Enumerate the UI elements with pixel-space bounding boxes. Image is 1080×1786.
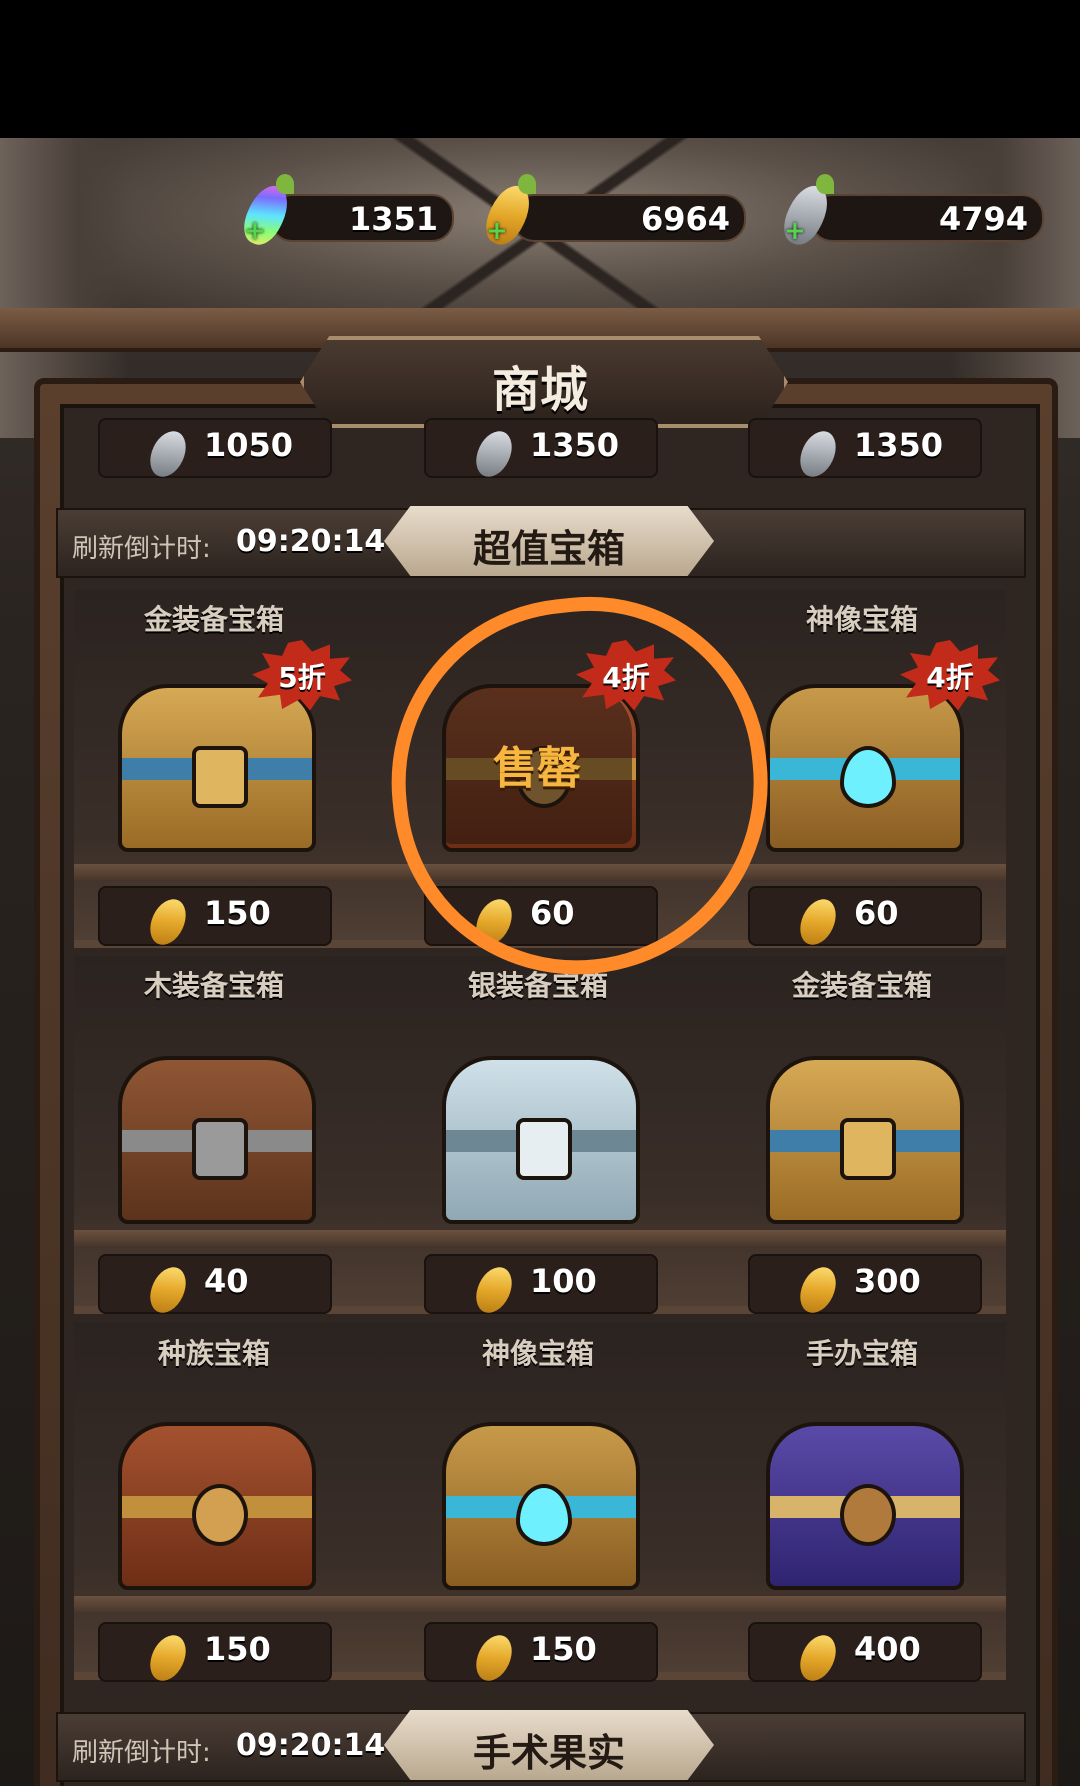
idol-chest[interactable] bbox=[766, 684, 964, 852]
price-value: 150 bbox=[530, 1630, 597, 1668]
item-name: 种族宝箱 bbox=[157, 1337, 270, 1370]
carrot-leaf-icon bbox=[518, 174, 536, 194]
gold-carrot-icon bbox=[143, 1629, 193, 1687]
item-name: 手办宝箱 bbox=[805, 1337, 918, 1370]
figure-chest[interactable] bbox=[766, 1422, 964, 1590]
gold-carrot-icon bbox=[469, 1261, 519, 1319]
gold-carrot-icon bbox=[143, 893, 193, 951]
refresh-timer: 09:20:14 bbox=[236, 524, 386, 559]
price-value: 1350 bbox=[854, 426, 944, 464]
price-value: 1050 bbox=[204, 426, 294, 464]
gold-equipment-chest[interactable] bbox=[118, 684, 316, 852]
add-icon[interactable]: + bbox=[486, 216, 508, 246]
currency-rainbow-carrot[interactable]: 1351 + bbox=[236, 174, 460, 251]
gold-carrot-icon bbox=[469, 1629, 519, 1687]
refresh-timer: 09:20:14 bbox=[236, 1728, 386, 1763]
price-value: 100 bbox=[530, 1262, 597, 1300]
gem-icon bbox=[516, 1484, 572, 1546]
refresh-label: 刷新倒计时: bbox=[72, 534, 211, 564]
buy-button[interactable]: 150 bbox=[98, 886, 332, 951]
currency-pill: 6964 bbox=[512, 194, 746, 242]
silver-carrot-icon bbox=[143, 425, 193, 483]
buy-button[interactable]: 300 bbox=[748, 1254, 982, 1319]
section-header: 刷新倒计时: 09:20:14 手术果实 bbox=[56, 1710, 1026, 1782]
buy-button[interactable]: 150 bbox=[424, 1622, 658, 1687]
silver-carrot-icon bbox=[793, 425, 843, 483]
buy-button[interactable]: 60 bbox=[748, 886, 982, 951]
item-name: 神像宝箱 bbox=[805, 603, 918, 636]
add-icon[interactable]: + bbox=[244, 216, 266, 246]
price-value: 150 bbox=[204, 1630, 271, 1668]
currency-pill: 4794 bbox=[810, 194, 1044, 242]
lock-icon bbox=[516, 1118, 572, 1180]
race-chest[interactable] bbox=[118, 1422, 316, 1590]
lock-icon bbox=[840, 1118, 896, 1180]
gold-equipment-chest[interactable] bbox=[766, 1056, 964, 1224]
item-name: 木装备宝箱 bbox=[143, 969, 284, 1002]
buy-button[interactable]: 400 bbox=[748, 1622, 982, 1687]
section-header: 刷新倒计时: 09:20:14 超值宝箱 bbox=[56, 506, 1026, 578]
carrot-leaf-icon bbox=[276, 174, 294, 194]
price-value: 60 bbox=[854, 894, 899, 932]
currency-value: 4794 bbox=[938, 200, 1028, 238]
price-button[interactable]: 1350 bbox=[748, 418, 982, 483]
carrot-leaf-icon bbox=[816, 174, 834, 194]
buy-button[interactable]: 100 bbox=[424, 1254, 658, 1319]
buy-button[interactable]: 150 bbox=[98, 1622, 332, 1687]
idol-chest[interactable] bbox=[442, 1422, 640, 1590]
refresh-label: 刷新倒计时: bbox=[72, 1738, 211, 1768]
buy-button[interactable]: 40 bbox=[98, 1254, 332, 1319]
status-bar-area bbox=[0, 0, 1080, 138]
currency-pill: 1351 bbox=[270, 194, 454, 242]
silver-equipment-chest[interactable] bbox=[442, 1056, 640, 1224]
currency-silver-carrot[interactable]: 4794 + bbox=[776, 174, 1050, 251]
gold-carrot-icon bbox=[793, 893, 843, 951]
gold-carrot-icon bbox=[143, 1261, 193, 1319]
price-button[interactable]: 1350 bbox=[424, 418, 658, 483]
lock-icon bbox=[192, 1118, 248, 1180]
monkey-icon bbox=[840, 1484, 896, 1546]
item-name: 金装备宝箱 bbox=[791, 969, 932, 1002]
price-value: 1350 bbox=[530, 426, 620, 464]
currency-value: 6964 bbox=[640, 200, 730, 238]
gold-carrot-icon bbox=[793, 1629, 843, 1687]
add-icon[interactable]: + bbox=[784, 216, 806, 246]
price-value: 40 bbox=[204, 1262, 249, 1300]
price-value: 300 bbox=[854, 1262, 921, 1300]
currency-gold-carrot[interactable]: 6964 + bbox=[478, 174, 752, 251]
lock-icon bbox=[192, 746, 248, 808]
currency-value: 1351 bbox=[348, 200, 438, 238]
wood-equipment-chest[interactable] bbox=[118, 1056, 316, 1224]
gold-carrot-icon bbox=[793, 1261, 843, 1319]
section-title: 超值宝箱 bbox=[472, 527, 625, 571]
price-button[interactable]: 1050 bbox=[98, 418, 332, 483]
silver-carrot-icon bbox=[469, 425, 519, 483]
item-name: 神像宝箱 bbox=[481, 1337, 594, 1370]
discount-label: 5折 bbox=[278, 661, 326, 694]
lock-icon bbox=[192, 1484, 248, 1546]
gem-icon bbox=[840, 746, 896, 808]
price-value: 400 bbox=[854, 1630, 921, 1668]
price-value: 150 bbox=[204, 894, 271, 932]
page-title: 商城 bbox=[491, 362, 588, 418]
discount-label: 4折 bbox=[926, 661, 974, 694]
item-name: 金装备宝箱 bbox=[143, 603, 284, 636]
section-title: 手术果实 bbox=[472, 1731, 625, 1775]
